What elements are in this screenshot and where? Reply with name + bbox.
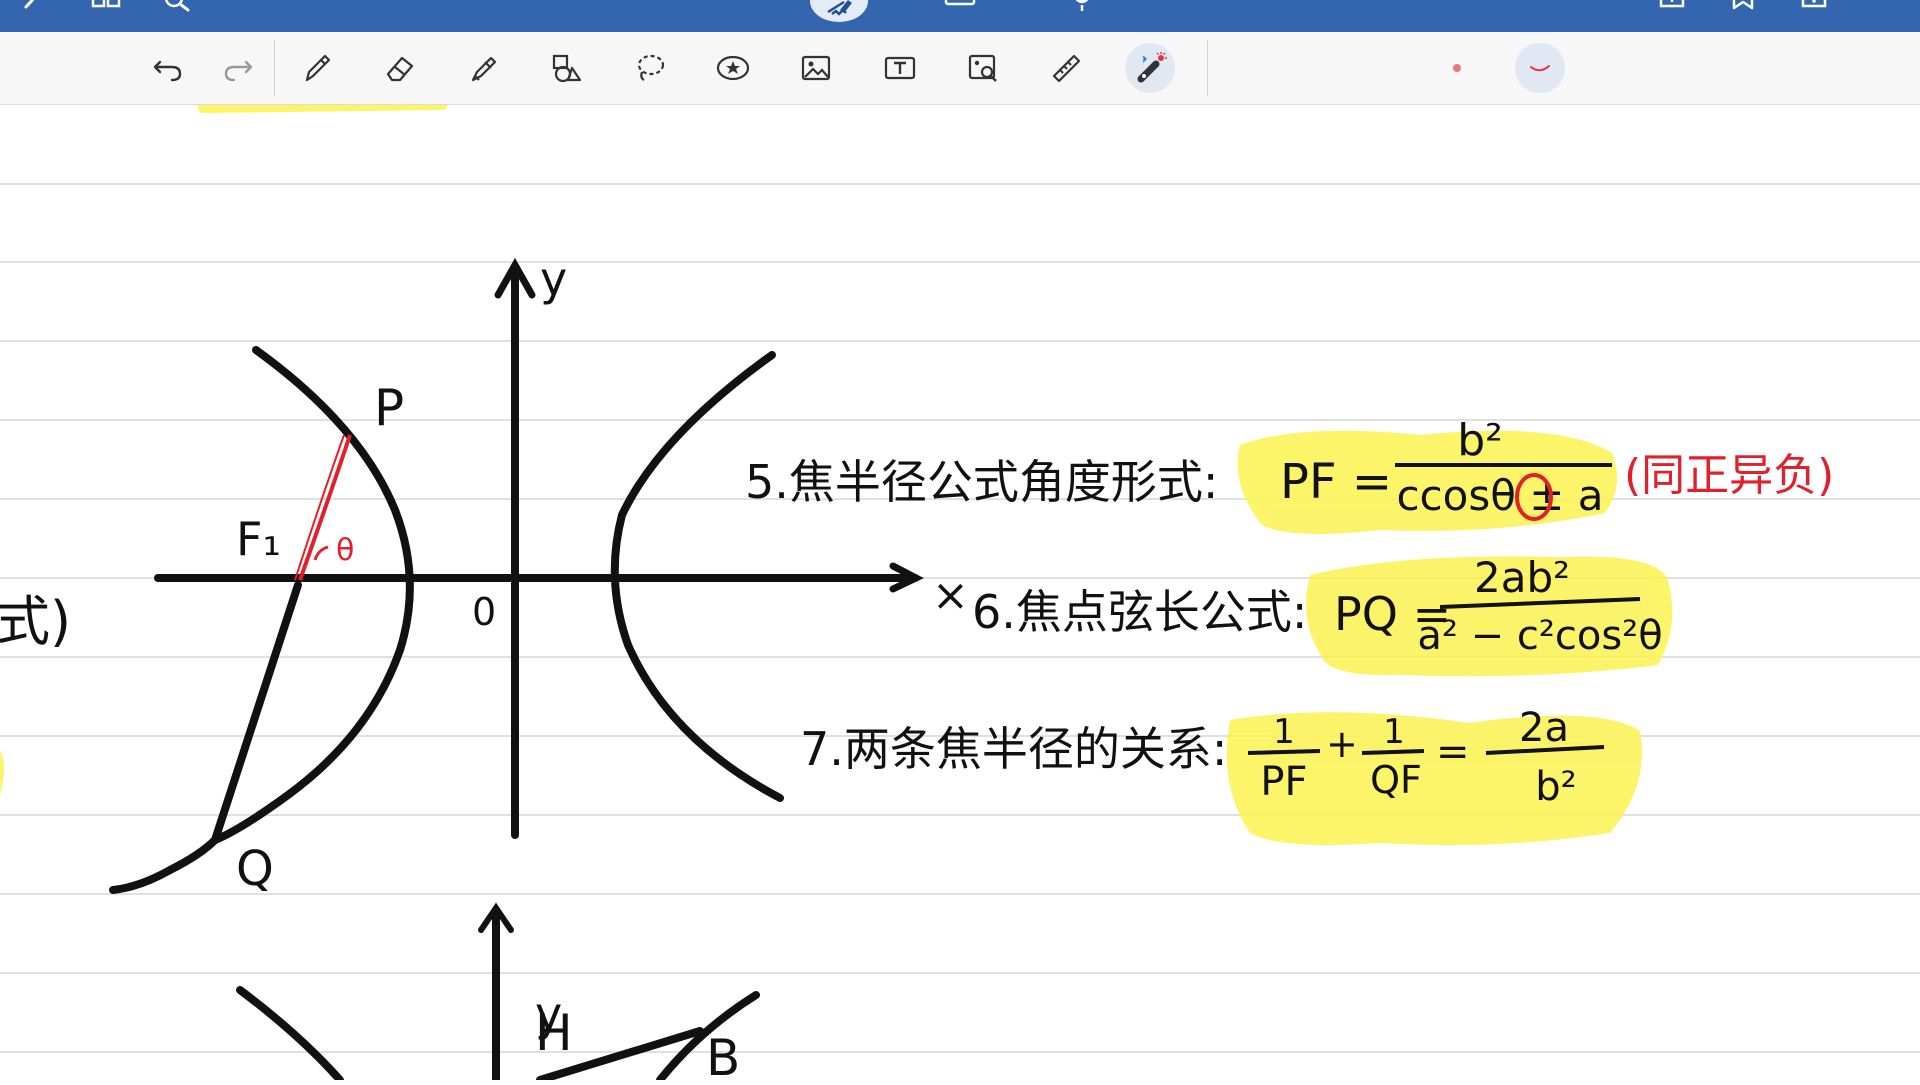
laser-stroke-icon: [1530, 65, 1550, 72]
lasso-icon: [637, 54, 665, 81]
laser-pointer-icon: [1137, 52, 1167, 83]
diagram-1: [109, 257, 924, 894]
diagram-2: [236, 902, 760, 1084]
toolbar-divider: [274, 40, 275, 96]
ruler-tool[interactable]: [1041, 43, 1091, 93]
angle-theta-label: θ: [336, 533, 354, 568]
undo-button[interactable]: [143, 43, 193, 93]
eraser-tool[interactable]: [375, 43, 425, 93]
formula-6-denominator: a² − c²cos²θ: [1417, 613, 1662, 659]
pen-mode-icon[interactable]: [810, 0, 868, 22]
ruler-icon: [1052, 54, 1081, 83]
note-canvas[interactable]: y 0 P F₁ θ Q 式) y H B 5.焦半径公式角度形式: PF = …: [0, 100, 1920, 1085]
search-icon[interactable]: [160, 0, 194, 22]
left-fragment-text: 式): [0, 590, 71, 653]
more-icon[interactable]: [1797, 0, 1831, 22]
top-nav-bar: [0, 0, 1920, 32]
laser-color-option[interactable]: [1515, 43, 1565, 93]
image-tool[interactable]: [791, 43, 841, 93]
color-dot-red[interactable]: [1453, 64, 1461, 72]
highlighter-tool[interactable]: [458, 43, 508, 93]
back-icon[interactable]: [14, 0, 48, 22]
formula-7-term1-denominator: PF: [1260, 759, 1307, 805]
formula-7-label: 7.两条焦半径的关系:: [800, 722, 1227, 776]
pen-tool[interactable]: [292, 43, 342, 93]
formula-5-note: (同正异负): [1624, 450, 1834, 501]
scan-image-tool[interactable]: [958, 43, 1008, 93]
point-q-label: Q: [236, 841, 274, 897]
toolbar-divider: [1207, 40, 1208, 96]
microphone-icon[interactable]: [1065, 0, 1099, 22]
laser-pointer-tool[interactable]: [1125, 43, 1175, 93]
handwritten-note: y 0 P F₁ θ Q 式) y H B 5.焦半径公式角度形式: PF = …: [0, 100, 1920, 1085]
point-p-label: P: [374, 379, 404, 437]
point-h-label: H: [535, 1004, 573, 1062]
keyboard-icon[interactable]: [943, 0, 977, 22]
add-page-icon[interactable]: [1655, 0, 1689, 22]
formula-7-rhs-numerator: 2a: [1519, 705, 1569, 751]
sticker-tool[interactable]: [708, 43, 758, 93]
text-tool[interactable]: [875, 43, 925, 93]
formula-7-equals: =: [1436, 729, 1470, 775]
redo-icon: [224, 60, 253, 82]
formula-7-rhs-denominator: b²: [1535, 764, 1576, 810]
formula-5-denominator: ccosθ ± a: [1396, 471, 1603, 520]
formula-6-label: 6.焦点弦长公式:: [972, 585, 1307, 639]
formula-5-lhs: PF =: [1280, 454, 1392, 510]
formula-6-prefix: ×: [932, 570, 969, 621]
grid-icon[interactable]: [90, 0, 124, 22]
focus-f1-label: F₁: [236, 512, 281, 566]
sticker-icon: [716, 55, 750, 81]
highlighter-icon: [471, 56, 497, 82]
formula-7-term2-bar: [1361, 749, 1425, 755]
image-search-icon: [968, 54, 997, 82]
redo-button[interactable]: [213, 43, 263, 93]
formula-5-label: 5.焦半径公式角度形式:: [745, 455, 1218, 509]
shapes-icon: [552, 54, 582, 83]
lasso-tool[interactable]: [625, 43, 675, 93]
bookmark-icon[interactable]: [1726, 0, 1760, 22]
formula-7-plus: +: [1326, 722, 1358, 766]
image-icon: [801, 55, 831, 81]
text-box-icon: [884, 56, 916, 80]
point-b-label: B: [706, 1029, 740, 1080]
formula-7-term2-numerator: 1: [1383, 712, 1405, 752]
pen-icon: [305, 54, 331, 82]
origin-label: 0: [472, 590, 496, 634]
formula-7-term1-bar: [1247, 749, 1321, 755]
undo-icon: [153, 60, 182, 82]
formula-5-numerator: b²: [1457, 415, 1503, 466]
y-axis-label: y: [540, 252, 567, 306]
formula-6-numerator: 2ab²: [1474, 553, 1570, 602]
formula-7-term1-numerator: 1: [1273, 712, 1295, 752]
eraser-icon: [386, 56, 414, 82]
drawing-toolbar: [0, 32, 1920, 105]
formula-7-term2-denominator: QF: [1370, 758, 1422, 802]
shapes-tool[interactable]: [541, 43, 591, 93]
